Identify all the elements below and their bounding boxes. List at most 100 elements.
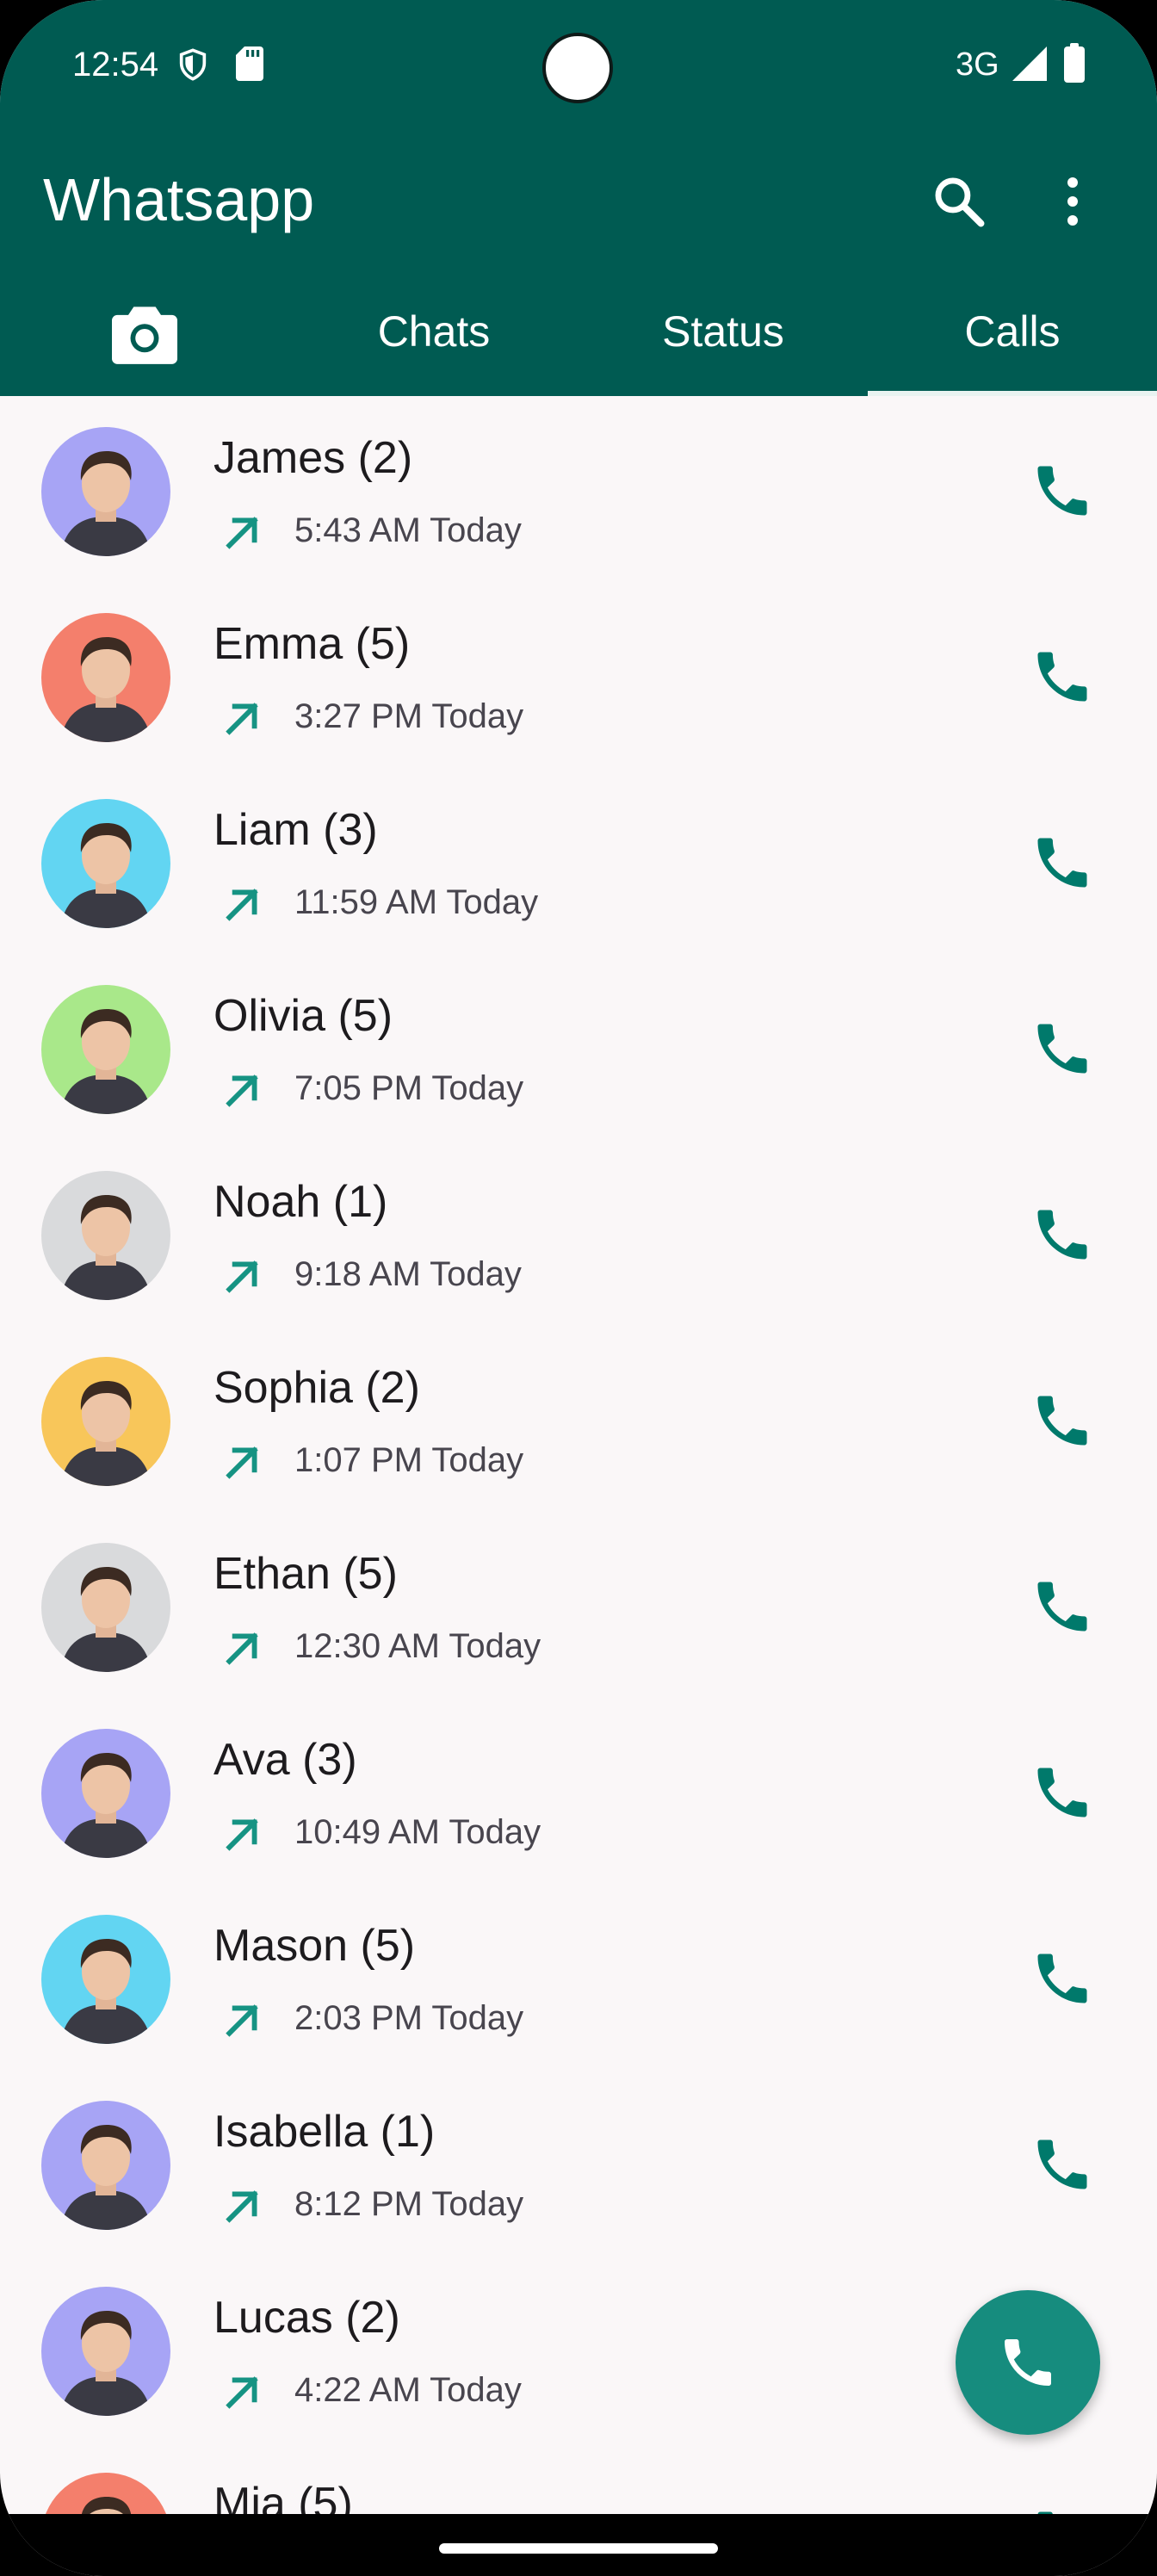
contact-name: Noah (1)	[213, 1177, 388, 1227]
contact-name: Liam (3)	[213, 805, 378, 855]
contact-name: Mason (5)	[213, 1921, 416, 1971]
avatar[interactable]	[41, 1357, 170, 1486]
network-type: 3G	[956, 46, 999, 83]
call-back-button[interactable]	[1030, 1016, 1095, 1081]
call-time: 7:05 PM Today	[294, 1069, 524, 1107]
outgoing-call-arrow-icon	[220, 1813, 263, 1856]
avatar[interactable]	[41, 613, 170, 742]
front-camera	[542, 33, 613, 103]
tab-status[interactable]: Status	[578, 293, 868, 393]
tab-chats[interactable]: Chats	[289, 293, 578, 393]
call-back-button[interactable]	[1030, 1388, 1095, 1453]
call-back-button[interactable]	[1030, 1946, 1095, 2011]
call-time: 4:22 AM Today	[294, 2371, 522, 2409]
contact-name: Mia (5)	[213, 2479, 353, 2514]
call-back-button[interactable]	[1030, 2132, 1095, 2197]
phone-icon	[1037, 1768, 1087, 1817]
phone-icon	[1037, 2139, 1087, 2189]
call-row[interactable]: Emma (5) 3:27 PM Today	[0, 582, 1157, 768]
avatar[interactable]	[41, 1915, 170, 2044]
call-time: 1:07 PM Today	[294, 1441, 524, 1479]
call-row[interactable]: Ethan (5) 12:30 AM Today	[0, 1512, 1157, 1698]
call-row[interactable]: Mia (5)	[0, 2442, 1157, 2514]
camera-icon	[112, 307, 177, 364]
more-options-button[interactable]	[1055, 172, 1090, 231]
tab-calls[interactable]: Calls	[868, 293, 1157, 393]
call-row[interactable]: Mason (5) 2:03 PM Today	[0, 1884, 1157, 2070]
outgoing-call-arrow-icon	[220, 1255, 263, 1298]
outgoing-call-arrow-icon	[220, 1069, 263, 1112]
call-row[interactable]: Olivia (5) 7:05 PM Today	[0, 954, 1157, 1140]
phone-icon	[1037, 1024, 1087, 1074]
avatar[interactable]	[41, 985, 170, 1114]
call-back-button[interactable]	[1030, 830, 1095, 895]
call-row[interactable]: Sophia (2) 1:07 PM Today	[0, 1326, 1157, 1512]
calls-list[interactable]: James (2) 5:43 AM Today Emma (5) 3:27 PM To…	[0, 396, 1157, 2514]
phone-icon	[1037, 838, 1087, 888]
call-row[interactable]: James (2) 5:43 AM Today	[0, 396, 1157, 582]
call-back-button[interactable]	[1030, 644, 1095, 709]
call-back-button[interactable]	[1030, 1574, 1095, 1639]
avatar[interactable]	[41, 1729, 170, 1858]
system-nav-bar	[0, 2514, 1157, 2576]
call-row[interactable]: Liam (3) 11:59 AM Today	[0, 768, 1157, 954]
call-back-button[interactable]	[1030, 2504, 1095, 2514]
outgoing-call-arrow-icon	[220, 697, 263, 740]
outgoing-call-arrow-icon	[220, 2185, 263, 2228]
avatar[interactable]	[41, 2287, 170, 2416]
home-handle[interactable]	[439, 2543, 718, 2554]
shield-icon	[176, 46, 210, 83]
call-back-button[interactable]	[1030, 1760, 1095, 1825]
search-button[interactable]	[930, 172, 988, 231]
call-row[interactable]: Noah (1) 9:18 AM Today	[0, 1140, 1157, 1326]
call-back-button[interactable]	[1030, 458, 1095, 523]
status-bar: 12:54 3G	[0, 0, 1157, 129]
phone-icon	[1037, 1396, 1087, 1446]
phone-icon	[1037, 1954, 1087, 2003]
call-time: 9:18 AM Today	[294, 1255, 522, 1293]
avatar[interactable]	[41, 1543, 170, 1672]
search-icon	[935, 177, 985, 227]
avatar-portrait	[41, 799, 170, 928]
contact-name: Emma (5)	[213, 619, 411, 669]
tab-camera[interactable]	[0, 293, 289, 393]
avatar-portrait	[41, 613, 170, 742]
more-vert-icon	[1067, 177, 1078, 226]
call-time: 3:27 PM Today	[294, 697, 524, 735]
avatar-portrait	[41, 1543, 170, 1672]
contact-name: Sophia (2)	[213, 1363, 420, 1413]
avatar[interactable]	[41, 2101, 170, 2230]
avatar-portrait	[41, 985, 170, 1114]
battery-icon	[1064, 43, 1085, 83]
call-row[interactable]: Isabella (1) 8:12 PM Today	[0, 2070, 1157, 2256]
app-bar: 12:54 3G Whatsapp Chats Status Calls	[0, 0, 1157, 396]
contact-name: James (2)	[213, 433, 413, 483]
avatar[interactable]	[41, 427, 170, 556]
avatar-portrait	[41, 1915, 170, 2044]
outgoing-call-arrow-icon	[220, 1627, 263, 1670]
phone-icon	[1037, 2511, 1053, 2514]
contact-name: Ava (3)	[213, 1735, 357, 1785]
avatar[interactable]	[41, 2473, 170, 2514]
outgoing-call-arrow-icon	[220, 1999, 263, 2042]
call-back-button[interactable]	[1030, 1202, 1095, 1267]
contact-name: Ethan (5)	[213, 1549, 398, 1599]
phone-icon	[1037, 466, 1087, 516]
phone-screen: 12:54 3G Whatsapp Chats Status Calls Jam…	[0, 0, 1157, 2576]
new-call-fab[interactable]	[956, 2290, 1100, 2435]
outgoing-call-arrow-icon	[220, 1441, 263, 1484]
contact-name: Lucas (2)	[213, 2293, 400, 2343]
avatar-portrait	[41, 1171, 170, 1300]
avatar-portrait	[41, 2287, 170, 2416]
contact-name: Isabella (1)	[213, 2107, 436, 2157]
avatar[interactable]	[41, 1171, 170, 1300]
status-time: 12:54	[72, 46, 159, 84]
call-time: 12:30 AM Today	[294, 1627, 541, 1665]
avatar-portrait	[41, 1729, 170, 1858]
avatar-portrait	[41, 427, 170, 556]
avatar[interactable]	[41, 799, 170, 928]
phone-icon	[1037, 652, 1087, 702]
avatar-portrait	[41, 1357, 170, 1486]
call-row[interactable]: Ava (3) 10:49 AM Today	[0, 1698, 1157, 1884]
call-time: 2:03 PM Today	[294, 1999, 524, 2037]
